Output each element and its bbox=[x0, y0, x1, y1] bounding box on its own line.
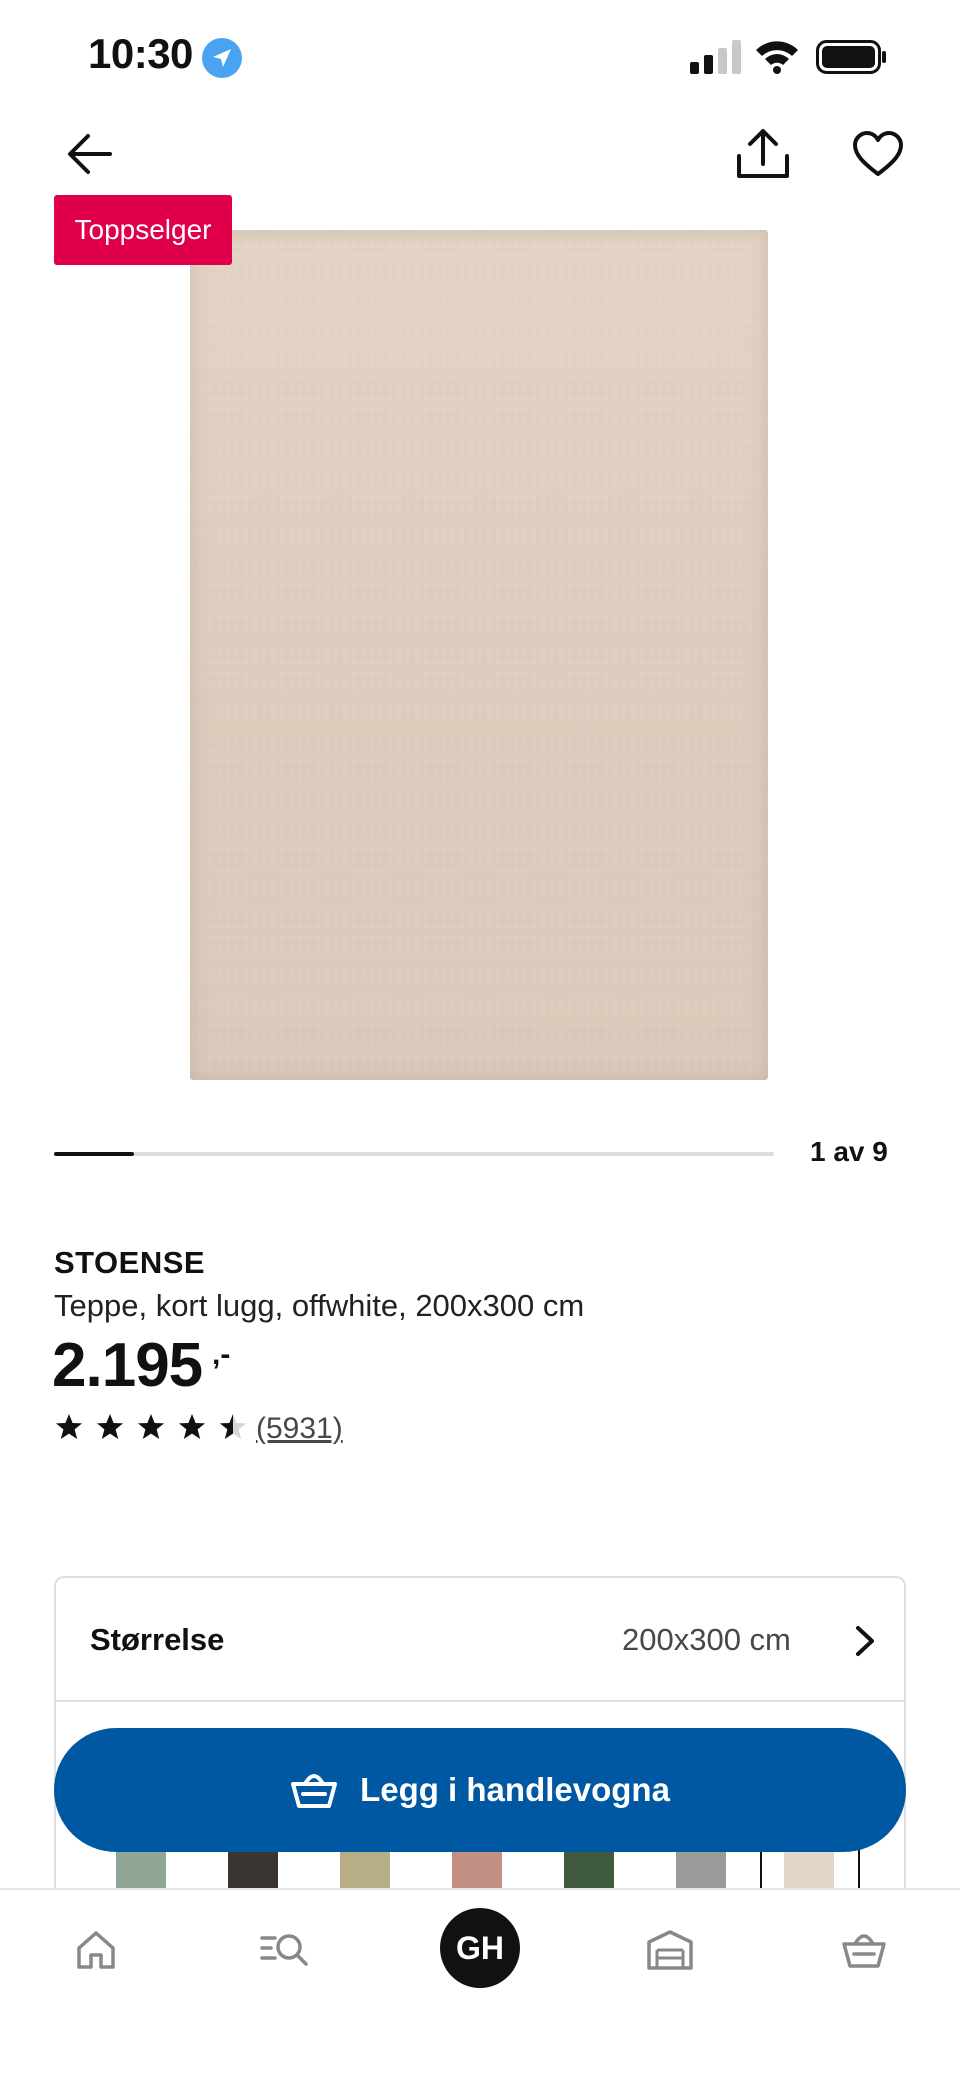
gallery-progress-fill bbox=[54, 1152, 134, 1156]
share-button[interactable] bbox=[734, 126, 792, 182]
heart-icon[interactable] bbox=[852, 130, 904, 178]
product-name: STOENSE bbox=[54, 1245, 206, 1280]
product-image[interactable] bbox=[190, 230, 768, 1080]
chevron-right-icon bbox=[856, 1626, 874, 1656]
wifi-icon bbox=[756, 41, 798, 74]
product-price: 2.195 bbox=[52, 1331, 203, 1400]
battery-icon bbox=[816, 40, 886, 74]
gallery-counter: 1 av 9 bbox=[810, 1136, 888, 1167]
review-count-link[interactable]: (5931) bbox=[256, 1412, 343, 1446]
add-to-cart-button[interactable]: Legg i handlevogna bbox=[54, 1728, 906, 1852]
home-icon bbox=[77, 1931, 115, 1969]
nav-stores[interactable] bbox=[640, 1920, 700, 1980]
star-icon bbox=[56, 1414, 82, 1439]
nav-cart[interactable] bbox=[834, 1920, 894, 1980]
toppselger-badge: Toppselger bbox=[54, 195, 232, 265]
product-description: Teppe, kort lugg, offwhite, 200x300 cm bbox=[54, 1288, 585, 1323]
star-icon bbox=[97, 1414, 123, 1439]
add-to-cart-label: Legg i handlevogna bbox=[360, 1771, 670, 1808]
star-icon bbox=[138, 1414, 164, 1439]
cell-signal-icon bbox=[690, 40, 741, 74]
store-icon bbox=[647, 1930, 693, 1970]
basket-icon bbox=[291, 1774, 338, 1808]
basket-icon bbox=[842, 1934, 886, 1968]
size-value: 200x300 cm bbox=[622, 1622, 791, 1657]
nav-search[interactable] bbox=[256, 1920, 316, 1980]
nav-home[interactable] bbox=[66, 1920, 126, 1980]
gallery-progress bbox=[54, 1152, 774, 1156]
bottom-nav: GH bbox=[0, 1888, 960, 2077]
profile-avatar[interactable]: GH bbox=[440, 1908, 520, 1988]
price-suffix: ,- bbox=[212, 1338, 231, 1371]
size-label: Størrelse bbox=[90, 1622, 225, 1657]
search-icon bbox=[260, 1934, 308, 1966]
star-icon bbox=[179, 1414, 205, 1439]
back-button[interactable] bbox=[64, 128, 116, 180]
status-time: 10:30 bbox=[88, 30, 193, 77]
size-option-row[interactable]: Størrelse 200x300 cm bbox=[56, 1578, 904, 1702]
location-arrow-icon bbox=[202, 38, 242, 78]
rating-stars[interactable] bbox=[54, 1412, 248, 1442]
star-icon bbox=[220, 1414, 246, 1439]
